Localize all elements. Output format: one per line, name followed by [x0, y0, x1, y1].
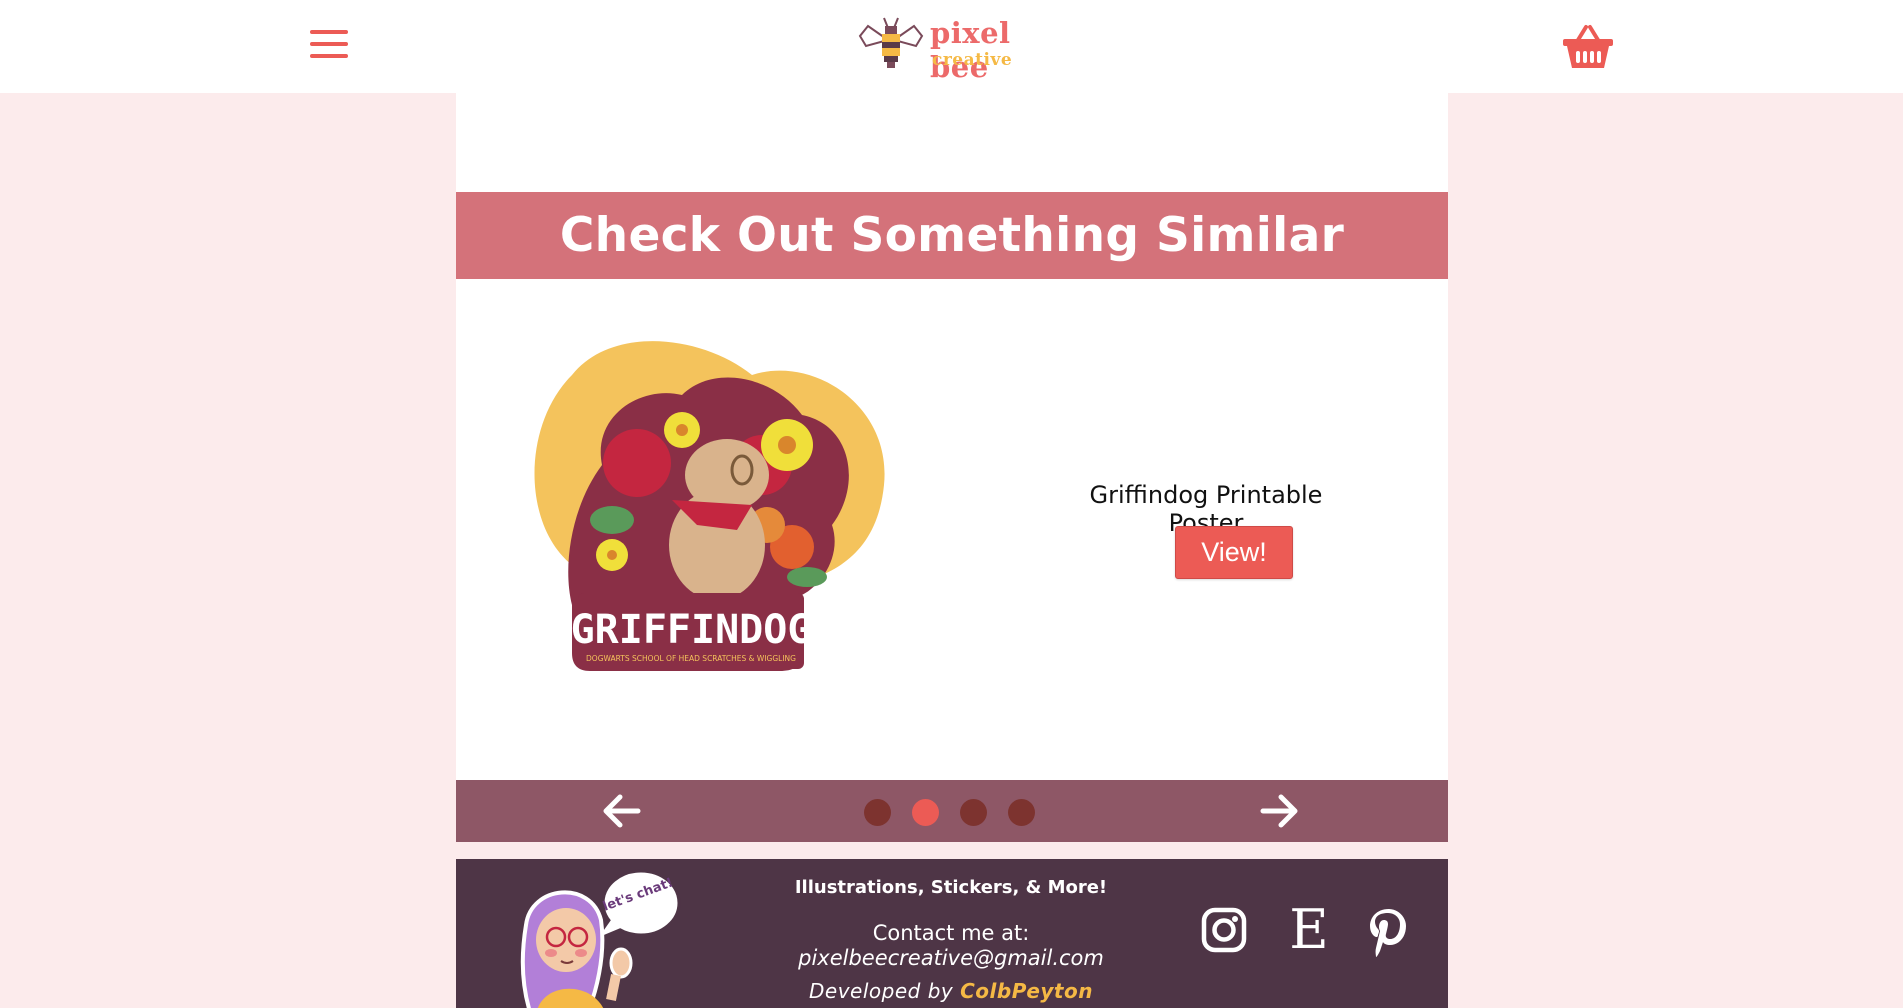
- contact-label: Contact me at:: [872, 921, 1030, 945]
- avatar: let's chat!: [511, 865, 691, 1008]
- section-banner: Check Out Something Similar: [456, 192, 1448, 279]
- carousel-dot[interactable]: [864, 799, 891, 826]
- bee-logo-icon: [858, 17, 924, 68]
- developer-credit: Developed by ColbPeyton: [756, 979, 1146, 1003]
- logo-subtitle: creative: [932, 50, 1013, 70]
- pinterest-icon[interactable]: [1366, 907, 1412, 957]
- developer-prefix: Developed by: [809, 979, 954, 1003]
- etsy-icon[interactable]: E: [1286, 903, 1332, 957]
- carousel-nav: [456, 780, 1448, 842]
- carousel-dot[interactable]: [960, 799, 987, 826]
- product-image[interactable]: GRIFFINDOG DOGWARTS SCHOOL OF HEAD SCRAT…: [512, 315, 932, 695]
- developer-link[interactable]: ColbPeyton: [960, 979, 1093, 1003]
- site-footer: let's chat! Illustrations, Stickers, & M…: [456, 859, 1448, 1008]
- carousel-dot-active[interactable]: [912, 799, 939, 826]
- arrow-left-icon[interactable]: [602, 792, 642, 830]
- site-header: pixel bee creative: [0, 0, 1903, 93]
- image-subtitle-text: DOGWARTS SCHOOL OF HEAD SCRATCHES & WIGG…: [586, 654, 796, 663]
- view-button[interactable]: View!: [1175, 526, 1293, 579]
- hamburger-menu-icon[interactable]: [310, 30, 348, 62]
- instagram-icon[interactable]: [1201, 907, 1247, 953]
- image-title-text: GRIFFINDOG: [571, 607, 812, 653]
- shopping-basket-icon[interactable]: [1562, 24, 1614, 70]
- site-logo[interactable]: pixel bee creative: [858, 14, 1068, 84]
- similar-products-section: Check Out Something Similar GRIFFINDOG D…: [456, 93, 1448, 842]
- footer-tagline: Illustrations, Stickers, & More!: [794, 877, 1108, 898]
- contact-email-link[interactable]: pixelbeecreative@gmail.com: [756, 946, 1146, 970]
- arrow-right-icon[interactable]: [1259, 792, 1299, 830]
- carousel-dot[interactable]: [1008, 799, 1035, 826]
- section-heading: Check Out Something Similar: [559, 208, 1345, 263]
